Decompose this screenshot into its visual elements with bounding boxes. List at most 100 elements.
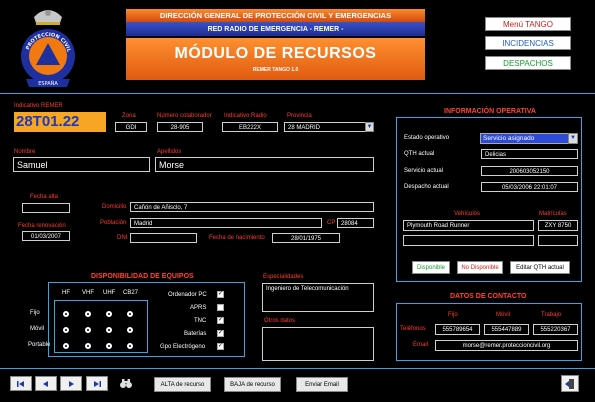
estado-dropdown-icon[interactable]: ▼ (568, 133, 578, 144)
proteccion-civil-logo: PROTECCION CIVIL ESPAÑA (18, 3, 78, 91)
provincia-label: Provincia (287, 113, 312, 119)
email-label: Email (413, 342, 429, 348)
checkbox-pc[interactable]: ✓ (217, 291, 224, 298)
matricula-2-field[interactable] (538, 235, 578, 246)
next-record-button[interactable] (60, 376, 82, 391)
check-label-tnc: TNC (194, 318, 207, 324)
poblacion-field[interactable]: Madrid (130, 218, 322, 228)
telefono-fijo-field[interactable]: 555789654 (435, 324, 480, 335)
incidencias-button[interactable]: INCIDENCIAS (485, 36, 571, 50)
estado-value: Servicio asignado (483, 135, 535, 142)
telefono-movil-field[interactable]: 555447889 (484, 324, 529, 335)
contacto-title: DATOS DE CONTACTO (447, 293, 530, 300)
zona-field[interactable]: GDI (115, 122, 147, 132)
apellidos-field[interactable]: Morse (155, 157, 374, 172)
despacho-field[interactable]: 05/03/2006 22:01:07 (481, 182, 578, 192)
qth-label: QTH actual (404, 151, 435, 157)
radio-fijo-cb27[interactable] (127, 311, 133, 317)
vehiculos-label: Vehículos (454, 211, 481, 217)
exit-button[interactable] (561, 375, 579, 392)
radio-portable-hf[interactable] (63, 343, 69, 349)
fecha-alta-field[interactable] (22, 203, 70, 213)
fecha-nacimiento-field[interactable]: 28/01/1975 (272, 233, 340, 243)
vehiculo-2-field[interactable] (403, 235, 534, 246)
previous-record-icon (43, 380, 48, 387)
radio-movil-vhf[interactable] (85, 327, 91, 333)
colaborador-field[interactable]: 28-905 (157, 122, 203, 132)
estado-select[interactable]: Servicio asignado (480, 133, 578, 144)
fecha-alta-label: Fecha alta (30, 194, 59, 200)
col-uhf: UHF (103, 290, 116, 296)
radio-fijo-uhf[interactable] (106, 311, 112, 317)
operativa-title: INFORMACIÓN OPERATIVA (441, 108, 539, 115)
especialidades-field[interactable]: Ingeniero de Telecomunicación (262, 283, 374, 312)
last-record-icon (94, 380, 101, 387)
disponible-button[interactable]: Disponible (412, 261, 450, 274)
indicativo-radio-field[interactable]: EB222X (222, 122, 278, 132)
colaborador-label: Número colaborador (157, 113, 212, 119)
col-vhf: VHF (82, 290, 94, 296)
servicio-label: Servicio actual (404, 168, 444, 174)
fecha-renovacion-label: Fecha renovación (18, 223, 66, 229)
alta-recurso-button[interactable]: ALTA de recurso (154, 377, 211, 392)
baja-recurso-button[interactable]: BAJA de recurso (224, 377, 281, 392)
provincia-value: 28 MADRID (288, 125, 321, 131)
checkbox-tnc[interactable]: ✓ (217, 317, 224, 324)
editar-qth-button[interactable]: Editar QTH actual (510, 261, 570, 274)
radio-fijo-hf[interactable] (63, 311, 69, 317)
nombre-field[interactable]: Samuel (13, 157, 150, 172)
radio-portable-cb27[interactable] (127, 343, 133, 349)
vehiculo-1-field[interactable]: Plymouth Road Runner (403, 220, 534, 231)
email-field[interactable]: morse@remer.proteccioncivil.org (435, 340, 578, 351)
header-divider (0, 93, 595, 94)
despachos-button[interactable]: DESPACHOS (485, 56, 571, 70)
radio-movil-uhf[interactable] (106, 327, 112, 333)
provincia-dropdown-icon[interactable]: ▼ (365, 122, 374, 132)
cp-label: CP (327, 220, 336, 226)
despacho-label: Despacho actual (404, 184, 449, 190)
otros-label: Otros datos (264, 318, 296, 324)
poblacion-label: Población (100, 220, 127, 226)
checkbox-baterias[interactable]: ✓ (217, 330, 224, 337)
menu-tango-button[interactable]: Menú TANGO (485, 17, 571, 31)
next-record-icon (69, 380, 74, 387)
radio-movil-cb27[interactable] (127, 327, 133, 333)
fijo-label: Fijo (448, 312, 458, 318)
zona-label: Zona (122, 113, 136, 119)
matricula-1-field[interactable]: ZXY 8750 (538, 220, 578, 231)
enviar-email-button[interactable]: Enviar Email (296, 377, 348, 392)
apellidos-label: Apellidos (157, 149, 182, 155)
indicativo-field[interactable]: 28T01.22 (14, 112, 106, 132)
provincia-select[interactable]: 28 MADRID (284, 122, 374, 132)
binoculars-icon (120, 379, 132, 388)
indicativo-radio-label: Indicativo Radio (224, 113, 267, 119)
no-disponible-button[interactable]: No Disponible (457, 261, 503, 274)
qth-field[interactable]: Delicias (481, 149, 578, 159)
header-line2: RED RADIO DE EMERGENCIA - REMER - (207, 25, 344, 33)
domicilio-field[interactable]: Cañón de Añisclo, 7 (130, 202, 374, 212)
radio-movil-hf[interactable] (63, 327, 69, 333)
radio-fijo-vhf[interactable] (85, 311, 91, 317)
first-record-button[interactable] (10, 376, 32, 391)
radio-portable-vhf[interactable] (85, 343, 91, 349)
otros-field[interactable] (262, 327, 374, 361)
servicio-field[interactable]: 200603052150 (481, 166, 578, 176)
col-hf: HF (62, 290, 70, 296)
telefono-trabajo-field[interactable]: 555220367 (533, 324, 578, 335)
estado-label: Estado operativo (404, 135, 450, 141)
last-record-button[interactable] (86, 376, 108, 391)
fecha-renovacion-field[interactable]: 01/03/2007 (22, 231, 70, 241)
domicilio-label: Domicilio (102, 204, 127, 210)
cp-field[interactable]: 28084 (337, 218, 374, 228)
check-label-baterias: Baterías (184, 331, 207, 337)
previous-record-button[interactable] (35, 376, 57, 391)
row-movil: Móvil (30, 326, 45, 332)
row-portable: Portable (28, 342, 51, 348)
dni-field[interactable] (130, 233, 197, 243)
radio-portable-uhf[interactable] (106, 343, 112, 349)
checkbox-generador[interactable]: ✓ (217, 343, 224, 350)
equipos-title: DISPONIBILIDAD DE EQUIPOS (88, 273, 197, 280)
search-button[interactable] (115, 376, 137, 391)
header-banner-mid: RED RADIO DE EMERGENCIA - REMER - (126, 22, 425, 36)
checkbox-aprs[interactable] (217, 304, 224, 311)
